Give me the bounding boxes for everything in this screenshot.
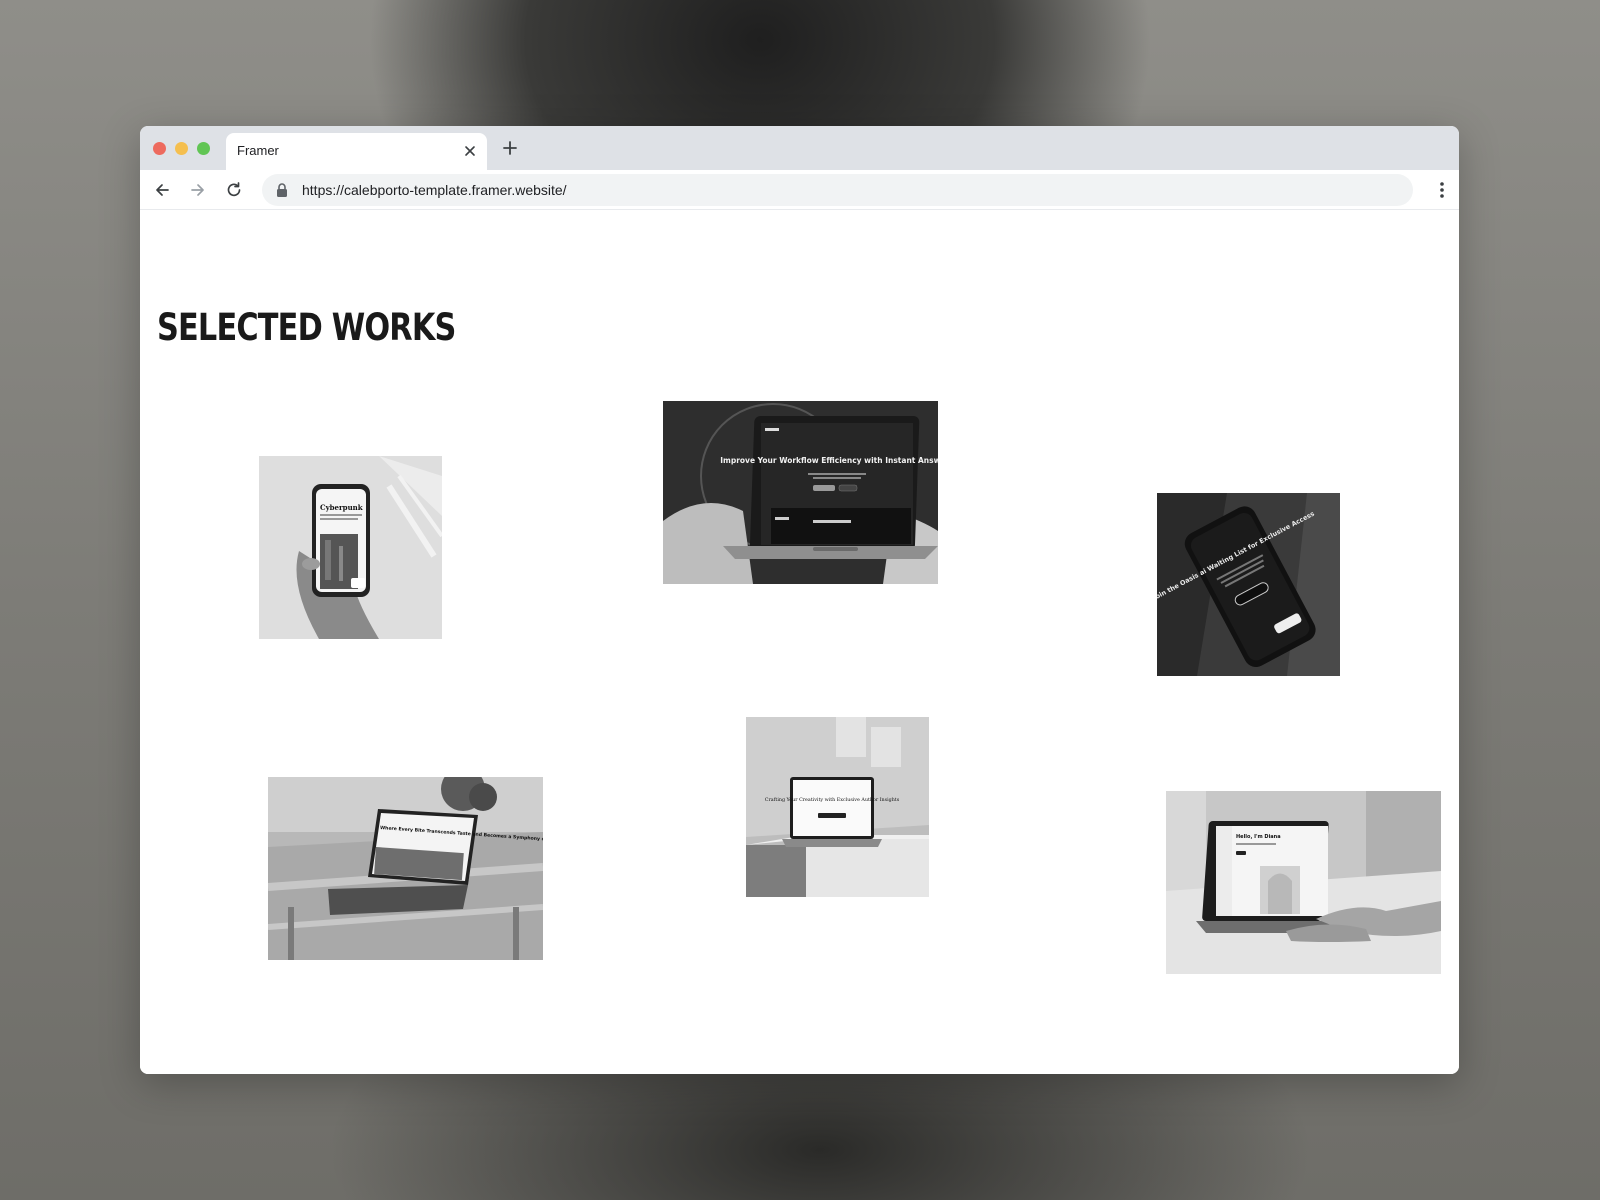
reload-icon[interactable] xyxy=(225,181,243,199)
page-title: SELECTED WORKS xyxy=(157,306,456,349)
work-5-image: Crafting Your Creativity with Exclusive … xyxy=(746,717,929,897)
forward-icon[interactable] xyxy=(189,181,207,199)
work-1-image: Cyberpunk xyxy=(259,456,442,639)
work-6-screen-title: Hello, I'm Diana xyxy=(1236,834,1281,840)
browser-tab[interactable]: Framer xyxy=(226,133,487,170)
work-card-1[interactable]: Cyberpunk xyxy=(259,456,442,639)
work-card-3[interactable]: Join the Oasis ai Waiting List for Exclu… xyxy=(1157,493,1340,676)
work-3-image: Join the Oasis ai Waiting List for Exclu… xyxy=(1157,493,1340,676)
address-bar[interactable]: https://calebporto-template.framer.websi… xyxy=(262,174,1413,206)
close-icon[interactable] xyxy=(463,144,477,158)
work-card-6[interactable]: Hello, I'm Diana xyxy=(1166,791,1441,974)
work-5-screen-title: Crafting Your Creativity with Exclusive … xyxy=(765,797,900,803)
work-card-4[interactable]: Where Every Bite Transcends Taste and Be… xyxy=(268,777,543,960)
more-menu-icon[interactable] xyxy=(1439,180,1445,200)
close-window-button[interactable] xyxy=(153,142,166,155)
browser-toolbar: https://calebporto-template.framer.websi… xyxy=(140,170,1459,210)
work-card-2[interactable]: Improve Your Workflow Efficiency with In… xyxy=(663,401,938,584)
work-2-image: Improve Your Workflow Efficiency with In… xyxy=(663,401,938,584)
back-icon[interactable] xyxy=(153,181,171,199)
tab-title: Framer xyxy=(237,143,279,158)
work-6-image: Hello, I'm Diana xyxy=(1166,791,1441,974)
work-1-screen-title: Cyberpunk xyxy=(320,503,363,512)
work-2-screen-title: Improve Your Workflow Efficiency with In… xyxy=(720,456,938,465)
page-content: SELECTED WORKS Cyberpunk Improve Your Wo… xyxy=(140,210,1459,1074)
maximize-window-button[interactable] xyxy=(197,142,210,155)
minimize-window-button[interactable] xyxy=(175,142,188,155)
lock-icon xyxy=(277,183,287,197)
browser-window: Framer https://calebporto-template.frame… xyxy=(140,126,1459,1074)
url-text: https://calebporto-template.framer.websi… xyxy=(302,182,567,198)
work-card-5[interactable]: Crafting Your Creativity with Exclusive … xyxy=(746,717,929,897)
new-tab-icon[interactable] xyxy=(502,140,518,156)
tab-bar: Framer xyxy=(140,126,1459,170)
work-4-image: Where Every Bite Transcends Taste and Be… xyxy=(268,777,543,960)
